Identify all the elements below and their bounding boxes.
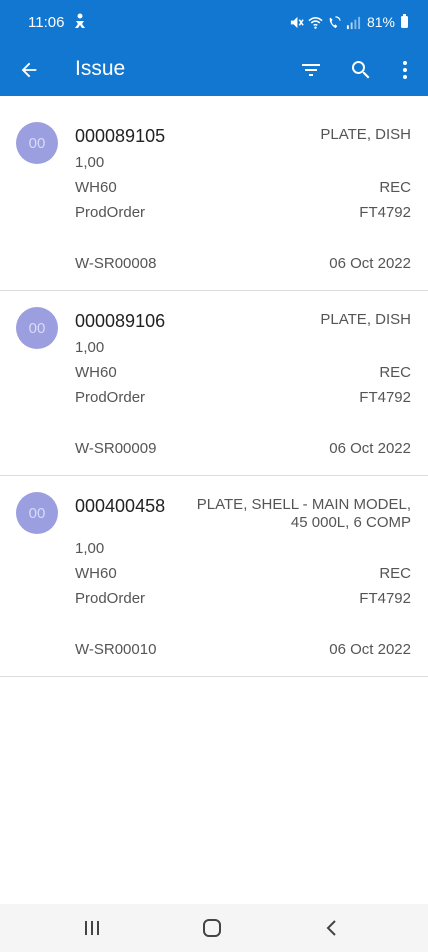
list-item[interactable]: 00 000400458 PLATE, SHELL - MAIN MODEL, …: [0, 476, 428, 677]
item-source-type: ProdOrder: [75, 204, 146, 221]
notification-icon: [75, 13, 85, 28]
home-button[interactable]: [197, 913, 227, 943]
item-source-row: ProdOrder FT4792: [75, 590, 411, 607]
item-date: 06 Oct 2022: [329, 440, 411, 457]
item-reference: W-SR00008: [75, 255, 157, 272]
item-quantity-row: 1,00: [75, 154, 411, 171]
item-source-no: FT4792: [359, 204, 411, 221]
item-quantity: 1,00: [75, 540, 105, 557]
item-location: WH60: [75, 565, 117, 582]
item-source-type: ProdOrder: [75, 590, 146, 607]
list-item[interactable]: 00 000089106 PLATE, DISH 1,00 WH60 REC P…: [0, 291, 428, 476]
item-quantity-row: 1,00: [75, 339, 411, 356]
item-description-line-2: 45 000L, 6 COMP: [290, 514, 411, 531]
item-description: PLATE, DISH: [320, 126, 411, 143]
item-header-row: 000089106 PLATE, DISH: [75, 311, 411, 332]
avatar: 00: [16, 307, 58, 349]
avatar: 00: [16, 122, 58, 164]
signal-icon: [346, 16, 361, 29]
battery-icon: [401, 14, 408, 28]
status-icons: 81%: [289, 12, 408, 32]
search-icon: [352, 61, 370, 79]
item-reference: W-SR00009: [75, 440, 157, 457]
item-description: PLATE, DISH: [320, 311, 411, 328]
item-footer-row: W-SR00008 06 Oct 2022: [75, 255, 411, 272]
item-footer-row: W-SR00009 06 Oct 2022: [75, 440, 411, 457]
arrow-back-icon: [21, 62, 37, 78]
list-item[interactable]: 00 000089105 PLATE, DISH 1,00 WH60 REC P…: [0, 96, 428, 291]
item-location: WH60: [75, 364, 117, 381]
item-description: PLATE, SHELL - MAIN MODEL, 45 000L, 6 CO…: [197, 496, 411, 532]
nav-back-button[interactable]: [317, 913, 347, 943]
item-location-row: WH60 REC: [75, 565, 411, 582]
item-date: 06 Oct 2022: [329, 255, 411, 272]
item-quantity: 1,00: [75, 339, 105, 356]
battery-level: 81%: [366, 14, 395, 30]
item-header-row: 000089105 PLATE, DISH: [75, 126, 411, 147]
recent-apps-button[interactable]: [77, 913, 107, 943]
wifi-icon: [308, 16, 323, 29]
item-footer-row: W-SR00010 06 Oct 2022: [75, 641, 411, 658]
item-header-row: 000400458 PLATE, SHELL - MAIN MODEL, 45 …: [75, 496, 411, 532]
back-button[interactable]: [14, 55, 44, 85]
more-vert-icon: [403, 61, 407, 79]
avatar: 00: [16, 492, 58, 534]
item-source-row: ProdOrder FT4792: [75, 204, 411, 221]
status-time: 11:06: [28, 14, 65, 31]
item-description-line-1: PLATE, SHELL - MAIN MODEL,: [196, 496, 411, 513]
item-location: WH60: [75, 179, 117, 196]
nav-back-icon: [326, 920, 336, 936]
status-bar: 11:06 81%: [0, 0, 428, 44]
item-number: 000400458: [75, 496, 166, 516]
system-nav-bar: [0, 904, 428, 952]
item-location-row: WH60 REC: [75, 179, 411, 196]
item-source-no: FT4792: [359, 590, 411, 607]
filter-button[interactable]: [296, 55, 326, 85]
item-quantity-row: 1,00: [75, 540, 411, 557]
more-options-button[interactable]: [390, 55, 420, 85]
page-title: Issue: [75, 57, 126, 80]
wifi-call-icon: [329, 15, 341, 28]
item-location-row: WH60 REC: [75, 364, 411, 381]
item-number: 000089105: [75, 126, 166, 146]
item-quantity: 1,00: [75, 154, 105, 171]
recent-apps-icon: [85, 921, 99, 935]
item-reference: W-SR00010: [75, 641, 157, 658]
home-icon: [203, 919, 221, 937]
item-number: 000089106: [75, 311, 166, 331]
issue-list: 00 000089105 PLATE, DISH 1,00 WH60 REC P…: [0, 96, 428, 677]
search-button[interactable]: [346, 55, 376, 85]
item-location-code: REC: [379, 364, 411, 381]
item-source-row: ProdOrder FT4792: [75, 389, 411, 406]
item-location-code: REC: [379, 179, 411, 196]
app-screen: 11:06 81% Issue 00 000089105 PLATE, DISH…: [0, 0, 428, 952]
item-date: 06 Oct 2022: [329, 641, 411, 658]
app-bar: Issue: [0, 44, 428, 96]
item-source-type: ProdOrder: [75, 389, 146, 406]
item-location-code: REC: [379, 565, 411, 582]
item-source-no: FT4792: [359, 389, 411, 406]
mute-icon: [290, 16, 304, 28]
filter-icon: [302, 64, 320, 76]
